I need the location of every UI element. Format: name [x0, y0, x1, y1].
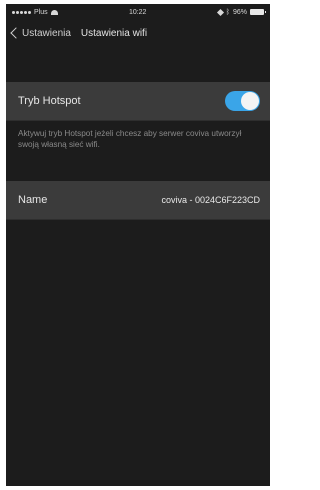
hotspot-label: Tryb Hotspot	[18, 95, 81, 107]
status-right: ᛒ 96%	[216, 8, 266, 16]
name-label: Name	[18, 194, 48, 206]
status-left: Plus	[12, 9, 58, 16]
battery-icon	[250, 9, 266, 15]
location-icon	[216, 8, 224, 16]
name-row[interactable]: Name coviva - 0024C6F223CD	[6, 181, 270, 220]
screen: Plus 10:22 ᛒ 96% Ustawienia Ustawienia w…	[6, 4, 270, 486]
signal-icon	[12, 10, 31, 14]
chevron-left-icon	[10, 27, 22, 39]
back-label: Ustawienia	[22, 27, 71, 39]
status-time: 10:22	[128, 8, 147, 16]
hotspot-row: Tryb Hotspot	[6, 82, 270, 121]
carrier-label: Plus	[34, 8, 48, 16]
wifi-icon	[50, 9, 58, 15]
battery-percent: 96%	[232, 8, 247, 16]
back-button[interactable]: Ustawienia	[10, 27, 71, 39]
hotspot-toggle[interactable]	[225, 91, 260, 111]
toggle-knob	[241, 92, 259, 110]
name-value: coviva - 0024C6F223CD	[161, 195, 260, 205]
navigation-bar: Ustawienia Ustawienia wifi	[6, 20, 270, 46]
status-bar: Plus 10:22 ᛒ 96%	[6, 4, 270, 20]
bluetooth-icon: ᛒ	[225, 8, 230, 16]
page-title: Ustawienia wifi	[80, 27, 148, 39]
hotspot-footnote: Aktywuj tryb Hotspot jeżeli chcesz aby s…	[18, 129, 242, 149]
